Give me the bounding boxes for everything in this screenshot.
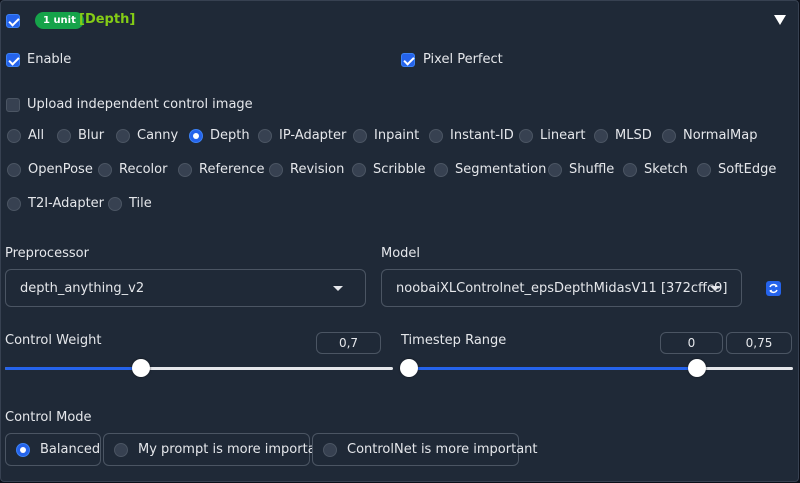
- model-label: Model: [381, 246, 421, 261]
- timestep-end-input[interactable]: 0,75: [726, 332, 792, 354]
- pixel-perfect-label: Pixel Perfect: [423, 52, 503, 67]
- model-value: noobaiXLControlnet_epsDepthMidasV11 [372…: [396, 281, 728, 296]
- control-type-radio-softedge[interactable]: [697, 163, 711, 177]
- control-mode-prompt-radio[interactable]: [114, 443, 128, 457]
- upload-independent-label: Upload independent control image: [27, 97, 253, 112]
- pixel-perfect-checkbox[interactable]: [401, 53, 415, 67]
- control-type-radio-inpaint[interactable]: [353, 129, 367, 143]
- unit-enabled-checkbox[interactable]: [6, 14, 20, 28]
- timestep-start-thumb[interactable]: [400, 359, 418, 377]
- control-type-radio-instant-id[interactable]: [429, 129, 443, 143]
- model-select[interactable]: noobaiXLControlnet_epsDepthMidasV11 [372…: [381, 269, 742, 307]
- control-type-radio-shuffle[interactable]: [548, 163, 562, 177]
- control-type-label-recolor: Recolor: [119, 162, 168, 177]
- control-type-label-all: All: [28, 128, 45, 143]
- control-mode-prompt-label: My prompt is more important: [138, 442, 330, 457]
- control-type-radio-lineart[interactable]: [519, 129, 533, 143]
- control-type-radio-segmentation[interactable]: [434, 163, 448, 177]
- control-type-radio-tile[interactable]: [108, 197, 122, 211]
- preprocessor-select[interactable]: depth_anything_v2: [5, 269, 366, 307]
- chevron-down-icon: [333, 286, 343, 291]
- control-type-label-sketch: Sketch: [644, 162, 688, 177]
- control-type-radio-all[interactable]: [7, 129, 21, 143]
- control-type-label-blur: Blur: [78, 128, 105, 143]
- control-weight-fill: [5, 367, 141, 370]
- control-type-label-reference: Reference: [199, 162, 265, 177]
- control-type-radio-mlsd[interactable]: [594, 129, 608, 143]
- control-type-radio-scribble[interactable]: [352, 163, 366, 177]
- control-type-radio-blur[interactable]: [57, 129, 71, 143]
- control-type-radio-revision[interactable]: [269, 163, 283, 177]
- control-type-label-shuffle: Shuffle: [569, 162, 615, 177]
- enable-checkbox[interactable]: [6, 53, 20, 67]
- control-type-radio-t2i-adapter[interactable]: [7, 197, 21, 211]
- control-weight-label: Control Weight: [5, 333, 102, 348]
- control-type-label-t2i-adapter: T2I-Adapter: [28, 196, 105, 211]
- control-type-label-normalmap: NormalMap: [683, 128, 758, 143]
- control-type-radio-recolor[interactable]: [98, 163, 112, 177]
- control-mode-prompt[interactable]: My prompt is more important: [103, 433, 329, 466]
- control-type-label-tile: Tile: [129, 196, 152, 211]
- control-type-label-inpaint: Inpaint: [374, 128, 420, 143]
- control-type-label-openpose: OpenPose: [28, 162, 93, 177]
- control-type-radio-depth[interactable]: [189, 129, 203, 143]
- unit-badge: 1 unit: [35, 12, 84, 29]
- control-type-label-instant-id: Instant-ID: [450, 128, 514, 143]
- control-type-label-segmentation: Segmentation: [455, 162, 547, 177]
- triangle-down-icon[interactable]: [774, 15, 786, 25]
- preprocessor-value: depth_anything_v2: [20, 281, 145, 296]
- control-mode-label: Control Mode: [5, 410, 92, 425]
- control-type-label-revision: Revision: [290, 162, 345, 177]
- control-type-label-ip-adapter: IP-Adapter: [279, 128, 347, 143]
- control-type-label-depth: Depth: [210, 128, 250, 143]
- enable-label: Enable: [27, 52, 72, 67]
- timestep-end-thumb[interactable]: [688, 359, 706, 377]
- control-type-radio-ip-adapter[interactable]: [258, 129, 272, 143]
- control-type-label-softedge: SoftEdge: [718, 162, 777, 177]
- timestep-start-input[interactable]: 0: [660, 332, 723, 354]
- control-type-radio-reference[interactable]: [178, 163, 192, 177]
- control-type-label-mlsd: MLSD: [615, 128, 652, 143]
- control-type-radio-normalmap[interactable]: [662, 129, 676, 143]
- timestep-range-label: Timestep Range: [401, 333, 507, 348]
- control-mode-controlnet-radio[interactable]: [323, 443, 337, 457]
- control-weight-thumb[interactable]: [131, 359, 150, 377]
- control-mode-controlnet[interactable]: ControlNet is more important: [312, 433, 538, 466]
- control-type-label-scribble: Scribble: [373, 162, 426, 177]
- preprocessor-label: Preprocessor: [5, 246, 89, 261]
- controlnet-unit-panel: 1 unit [Depth] Enable Pixel Perfect Uplo…: [0, 0, 799, 482]
- control-mode-balanced-label: Balanced: [40, 442, 101, 457]
- control-mode-controlnet-label: ControlNet is more important: [347, 442, 538, 457]
- control-mode-balanced[interactable]: Balanced: [5, 433, 101, 466]
- control-weight-input[interactable]: 0,7: [316, 332, 381, 354]
- control-type-radio-canny[interactable]: [116, 129, 130, 143]
- refresh-icon[interactable]: [766, 281, 781, 296]
- upload-independent-checkbox[interactable]: [6, 98, 20, 112]
- chevron-down-icon: [710, 286, 720, 291]
- control-type-label-lineart: Lineart: [540, 128, 586, 143]
- control-mode-balanced-radio[interactable]: [16, 443, 30, 457]
- control-type-radio-sketch[interactable]: [623, 163, 637, 177]
- timestep-range-fill: [409, 367, 697, 370]
- unit-title: [Depth]: [79, 12, 136, 27]
- control-type-radio-openpose[interactable]: [7, 163, 21, 177]
- control-type-label-canny: Canny: [137, 128, 179, 143]
